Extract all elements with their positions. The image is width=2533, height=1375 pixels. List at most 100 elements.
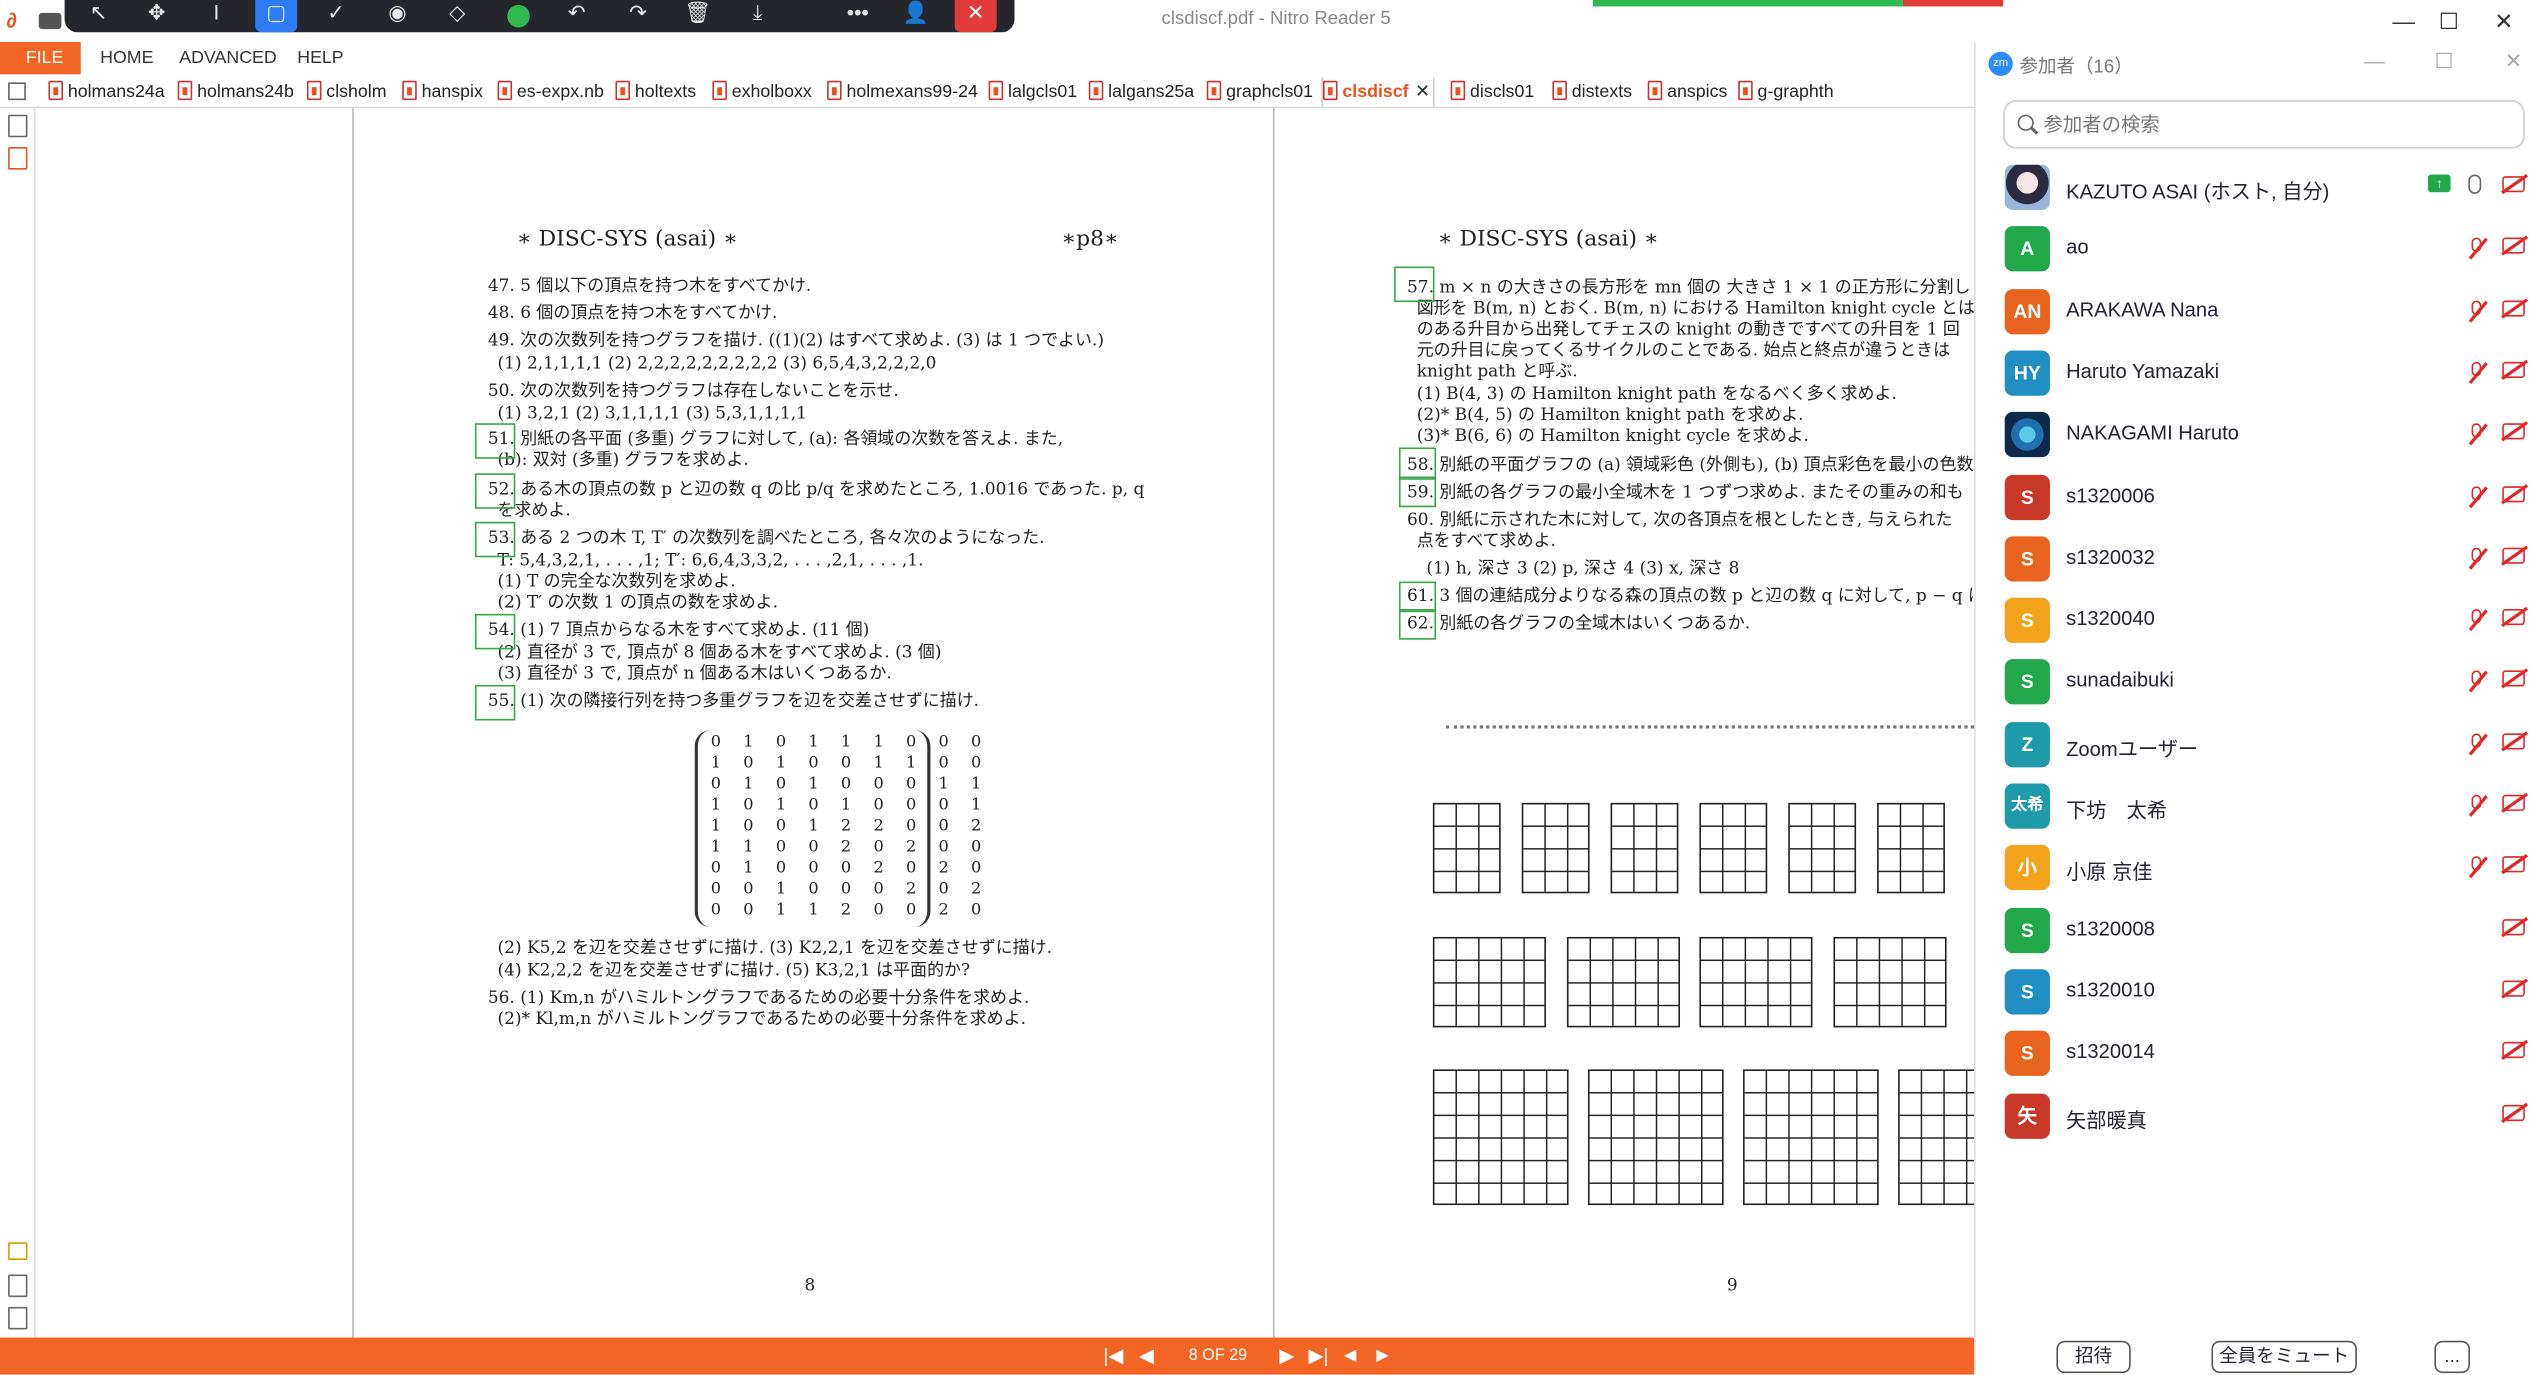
participant-search[interactable] [2003,100,2525,149]
video-off-icon[interactable] [2502,176,2525,193]
page-thumbnails-icon[interactable] [8,114,28,138]
video-off-icon[interactable] [2502,856,2525,873]
invite-button[interactable]: 招待 [2056,1340,2131,1374]
tab-holtexts[interactable]: holtexts [615,78,696,107]
menu-advanced[interactable]: ADVANCED [179,42,276,74]
video-off-icon[interactable] [2502,732,2525,750]
menu-help[interactable]: HELP [297,42,343,74]
tab-list-icon[interactable] [8,82,26,101]
tab-holmans24b[interactable]: holmans24b [177,78,294,107]
tab-hanspix[interactable]: hanspix [402,78,483,107]
pointer-icon[interactable]: ↖ [78,0,120,32]
annotation-box-54[interactable] [474,613,516,650]
video-off-icon[interactable] [2502,423,2525,440]
video-off-icon[interactable] [2502,237,2525,255]
page-indicator[interactable]: 8 OF 29 [1171,1346,1265,1369]
annotation-box-51[interactable] [474,423,516,459]
annotation-box-61[interactable] [1398,581,1437,613]
tab-anspics[interactable]: anspics [1647,78,1727,107]
participant-row[interactable]: Aao [1976,217,2533,278]
mic-muted-icon[interactable] [2465,669,2488,695]
mic-muted-icon[interactable] [2465,546,2488,572]
color-dot-icon[interactable] [507,4,530,28]
next-page-icon[interactable]: ▶ [1279,1344,1294,1368]
annotation-box-53[interactable] [474,521,516,558]
video-off-icon[interactable] [2502,980,2525,997]
mic-icon[interactable] [2468,174,2482,194]
participant-row[interactable]: HY Haruto Yamazaki [1976,341,2533,402]
mic-muted-icon[interactable] [2465,608,2488,634]
more-options-button[interactable]: ... [2434,1340,2470,1374]
annotation-box-58[interactable] [1398,447,1437,480]
menu-file[interactable]: FILE [0,42,81,75]
last-page-icon[interactable]: ▶| [1308,1344,1328,1368]
panel-minimize-icon[interactable]: — [2363,49,2386,73]
video-off-icon[interactable] [2502,794,2525,811]
undo-icon[interactable]: ↶ [556,0,598,32]
participant-row[interactable]: 小小原 京佳 [1976,836,2533,897]
mic-muted-icon[interactable] [2465,236,2488,262]
more-icon[interactable]: ••• [834,0,882,32]
go-forward-icon[interactable]: ▶ [1376,1344,1388,1368]
search-input[interactable] [2043,106,2512,143]
go-back-icon[interactable]: ◀ [1344,1344,1356,1368]
move-icon[interactable]: ✥ [136,0,178,32]
bookmarks-icon[interactable] [8,147,28,170]
participant-row[interactable]: Z Zoomユーザー [1976,712,2533,773]
close-icon[interactable]: ✕ [954,0,997,33]
tab-holmexans99-24[interactable]: holmexans99-24 [827,78,978,107]
participant-row[interactable]: Ss1320040 [1976,588,2533,649]
mute-all-button[interactable]: 全員をミュート [2211,1340,2357,1374]
participant-row[interactable]: NAKAGAMI Haruto [1976,403,2533,464]
participant-row[interactable]: Ss1320014 [1976,1021,2533,1082]
tab-lalgans25a[interactable]: lalgans25a [1088,78,1194,107]
tab-g-graphth[interactable]: g-graphth [1738,78,1834,107]
comments-icon[interactable] [8,1242,28,1261]
download-icon[interactable]: ⤓ [737,0,779,32]
video-off-icon[interactable] [2502,671,2525,688]
first-page-icon[interactable]: |◀ [1103,1344,1123,1368]
tab-es-expx[interactable]: es-expx.nb [497,78,604,107]
participant-row[interactable]: 矢矢部暖真 [1976,1083,2533,1144]
mic-muted-icon[interactable] [2465,360,2488,386]
tab-distexts[interactable]: distexts [1552,78,1632,107]
tab-discls01[interactable]: discls01 [1450,78,1534,107]
participant-row[interactable]: Ss1320008 [1976,898,2533,959]
tab-holmans24a[interactable]: holmans24a [48,78,165,107]
mic-muted-icon[interactable] [2465,855,2488,881]
annotation-box-55[interactable] [474,684,516,721]
annotation-box-62[interactable] [1398,609,1437,640]
video-off-icon[interactable] [2502,547,2525,564]
folder-icon[interactable] [38,12,62,30]
trash-icon[interactable]: 🗑 [677,0,719,32]
video-off-icon[interactable] [2502,918,2525,935]
participant-row[interactable]: 太希 下坊 太希 [1976,774,2533,835]
video-off-icon[interactable] [2502,1042,2525,1059]
menu-home[interactable]: HOME [100,42,153,74]
annotation-box-57[interactable] [1394,266,1435,303]
mic-muted-icon[interactable] [2465,731,2488,757]
video-off-icon[interactable] [2502,609,2525,626]
mic-muted-icon[interactable] [2465,298,2488,324]
panel-popout-icon[interactable]: ☐ [2433,49,2456,73]
video-off-icon[interactable] [2502,485,2525,502]
participant-row[interactable]: Ss1320032 [1976,526,2533,587]
minimize-button[interactable]: — [2388,6,2420,35]
eraser-icon[interactable]: ◇ [436,0,478,32]
participant-row[interactable]: AN ARAKAWA Nana [1976,279,2533,340]
participant-row[interactable]: KAZUTO ASAI (ホスト, 自分) ↑ [1976,155,2533,216]
video-off-icon[interactable] [2502,361,2525,378]
previous-page-icon[interactable]: ◀ [1139,1344,1154,1368]
panel-close-icon[interactable]: ✕ [2502,49,2525,73]
mic-muted-icon[interactable] [2465,484,2488,510]
stamp-icon[interactable]: ◉ [376,0,418,32]
tab-close-icon[interactable]: ✕ [1415,82,1430,101]
check-icon[interactable]: ✓ [315,0,357,32]
tab-lalgcls01[interactable]: lalgcls01 [988,78,1077,107]
redo-icon[interactable]: ↷ [617,0,659,32]
mic-muted-icon[interactable] [2465,793,2488,819]
annotation-box-52[interactable] [474,473,516,509]
tab-clsholm[interactable]: clsholm [306,78,387,107]
mic-muted-icon[interactable] [2465,422,2488,448]
participant-row[interactable]: Ss1320006 [1976,464,2533,525]
